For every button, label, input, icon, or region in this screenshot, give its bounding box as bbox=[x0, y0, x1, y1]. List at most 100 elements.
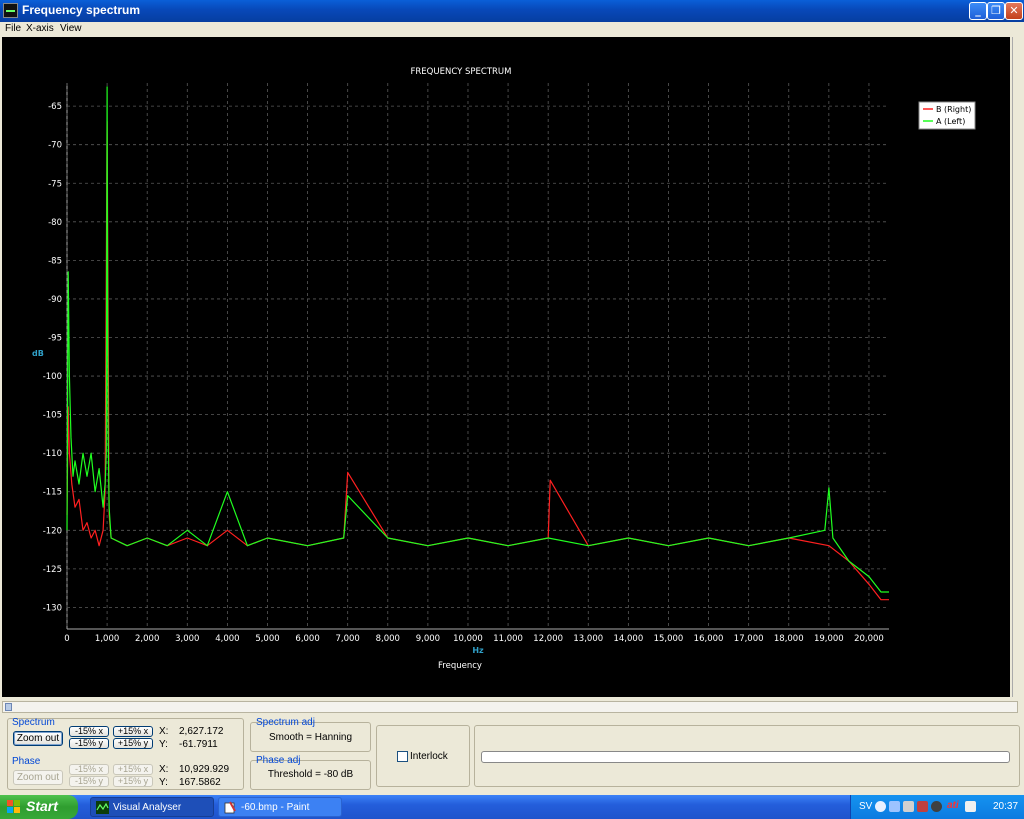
spectrum-minus-x-button[interactable]: -15% x bbox=[69, 726, 109, 737]
y-tick-label: -70 bbox=[48, 141, 62, 151]
interlock-checkbox[interactable] bbox=[397, 751, 408, 762]
y-axis-ticks: -65 -70 -75 -80 -85 -90 -95 -100 -105 -110 -115 -12… bbox=[43, 102, 62, 613]
chart-legend: B (Right) A (Left) bbox=[918, 101, 976, 130]
phase-y-value: 167.5862 bbox=[179, 777, 221, 788]
task-label-paint: -60.bmp - Paint bbox=[241, 802, 310, 813]
security-icon[interactable] bbox=[917, 801, 928, 812]
x-tick-label: 18,000 bbox=[774, 634, 804, 644]
phase-x-value: 10,929.929 bbox=[179, 764, 230, 775]
x-tick-label: 5,000 bbox=[255, 634, 279, 644]
menu-view[interactable]: View bbox=[60, 23, 82, 34]
spectrum-plot-frame: -65 -70 -75 -80 -85 -90 -95 -100 -105 -110 -115 -12… bbox=[2, 37, 1010, 697]
x-tick-label: 3,000 bbox=[175, 634, 199, 644]
x-tick-label: 7,000 bbox=[336, 634, 360, 644]
y-tick-label: -125 bbox=[43, 565, 62, 575]
spectrum-minus-y-button[interactable]: -15% y bbox=[69, 738, 109, 749]
visual-analyser-icon bbox=[96, 801, 109, 814]
task-visual-analyser[interactable]: Visual Analyser bbox=[90, 797, 214, 817]
spectrum-group-title: Spectrum bbox=[12, 717, 55, 728]
x-axis-unit: Hz bbox=[472, 646, 484, 655]
menu-x-axis[interactable]: X-axis bbox=[26, 23, 54, 34]
task-paint[interactable]: -60.bmp - Paint bbox=[218, 797, 342, 817]
close-button[interactable]: ✕ bbox=[1005, 2, 1023, 20]
monitor-icon[interactable] bbox=[903, 801, 914, 812]
spectrum-x-value: 2,627.172 bbox=[179, 726, 224, 737]
x-tick-label: 11,000 bbox=[493, 634, 523, 644]
windows-logo-icon bbox=[7, 800, 20, 813]
y-tick-label: -85 bbox=[48, 256, 62, 266]
menu-file[interactable]: File bbox=[5, 23, 21, 34]
chart-grid bbox=[66, 83, 889, 630]
legend-label-right: B (Right) bbox=[936, 105, 971, 114]
y-tick-label: -110 bbox=[43, 449, 62, 459]
series-line-1 bbox=[66, 86, 889, 593]
y-tick-label: -120 bbox=[43, 526, 62, 536]
right-edge-strip bbox=[1012, 37, 1024, 697]
x-tick-label: 10,000 bbox=[453, 634, 483, 644]
y-tick-label: -105 bbox=[43, 411, 62, 421]
x-tick-label: 9,000 bbox=[416, 634, 440, 644]
y-tick-label: -95 bbox=[48, 333, 62, 343]
scroll-thumb[interactable] bbox=[5, 703, 12, 711]
x-tick-label: 15,000 bbox=[654, 634, 684, 644]
x-tick-label: 2,000 bbox=[135, 634, 159, 644]
x-tick-label: 14,000 bbox=[613, 634, 643, 644]
horizontal-scrollbar[interactable] bbox=[2, 701, 1018, 713]
threshold-setting[interactable]: Threshold = -80 dB bbox=[250, 769, 371, 780]
interlock-label: Interlock bbox=[410, 751, 448, 762]
spectrum-adj-title: Spectrum adj bbox=[256, 717, 315, 728]
back-icon[interactable] bbox=[875, 801, 886, 812]
paint-icon bbox=[224, 801, 236, 814]
window-titlebar[interactable]: Frequency spectrum _ ❐ ✕ bbox=[0, 0, 1024, 22]
smooth-setting[interactable]: Smooth = Hanning bbox=[250, 732, 371, 743]
volume-icon[interactable] bbox=[965, 801, 976, 812]
y-tick-label: -80 bbox=[48, 218, 62, 228]
chart-title: FREQUENCY SPECTRUM bbox=[411, 67, 512, 77]
x-tick-label: 12,000 bbox=[533, 634, 563, 644]
x-tick-label: 19,000 bbox=[814, 634, 844, 644]
x-tick-label: 8,000 bbox=[376, 634, 400, 644]
spectrum-chart: -65 -70 -75 -80 -85 -90 -95 -100 -105 -110 -115 -12… bbox=[32, 67, 976, 671]
spectrum-zoom-out-button[interactable]: Zoom out bbox=[13, 731, 63, 746]
legend-label-left: A (Left) bbox=[936, 117, 965, 126]
y-tick-label: -75 bbox=[48, 179, 62, 189]
spectrum-y-value: -61.7911 bbox=[179, 739, 218, 750]
y-tick-label: -130 bbox=[43, 603, 62, 613]
clock: 20:37 bbox=[993, 801, 1019, 812]
disc-icon[interactable] bbox=[931, 801, 942, 812]
maximize-button[interactable]: ❐ bbox=[987, 2, 1005, 20]
y-tick-label: -115 bbox=[43, 488, 62, 498]
x-tick-label: 6,000 bbox=[295, 634, 319, 644]
x-tick-label: 16,000 bbox=[694, 634, 724, 644]
language-indicator[interactable]: SV bbox=[859, 801, 872, 812]
minimize-button[interactable]: _ bbox=[969, 2, 987, 20]
phase-minus-x-button[interactable]: -15% x bbox=[69, 764, 109, 775]
x-tick-label: 17,000 bbox=[734, 634, 764, 644]
spectrum-plus-y-button[interactable]: +15% y bbox=[113, 738, 153, 749]
phase-x-label: X: bbox=[159, 764, 169, 775]
start-button[interactable]: Start bbox=[0, 795, 78, 819]
y-axis-label: dB bbox=[32, 349, 44, 358]
x-tick-label: 4,000 bbox=[215, 634, 239, 644]
spectrum-x-label: X: bbox=[159, 726, 169, 737]
phase-y-label: Y: bbox=[159, 777, 168, 788]
series-line-0 bbox=[66, 120, 889, 601]
y-tick-label: -90 bbox=[48, 295, 62, 305]
menu-bar: File X-axis View bbox=[0, 22, 1024, 36]
spectrum-plus-x-button[interactable]: +15% x bbox=[113, 726, 153, 737]
ati-icon[interactable]: ati bbox=[947, 800, 959, 811]
x-axis-label: Frequency bbox=[438, 661, 482, 671]
phase-minus-y-button[interactable]: -15% y bbox=[69, 776, 109, 787]
window-title: Frequency spectrum bbox=[22, 3, 141, 17]
x-tick-label: 13,000 bbox=[573, 634, 603, 644]
progress-bar bbox=[481, 751, 1010, 763]
phase-zoom-out-button[interactable]: Zoom out bbox=[13, 770, 63, 785]
network-icon[interactable] bbox=[889, 801, 900, 812]
y-tick-label: -65 bbox=[48, 102, 62, 112]
phase-plus-x-button[interactable]: +15% x bbox=[113, 764, 153, 775]
spectrum-y-label: Y: bbox=[159, 739, 168, 750]
phase-plus-y-button[interactable]: +15% y bbox=[113, 776, 153, 787]
task-label-visual-analyser: Visual Analyser bbox=[113, 802, 182, 813]
app-icon bbox=[3, 3, 18, 18]
taskbar: Start Visual Analyser -60.bmp - Paint SV… bbox=[0, 795, 1024, 819]
